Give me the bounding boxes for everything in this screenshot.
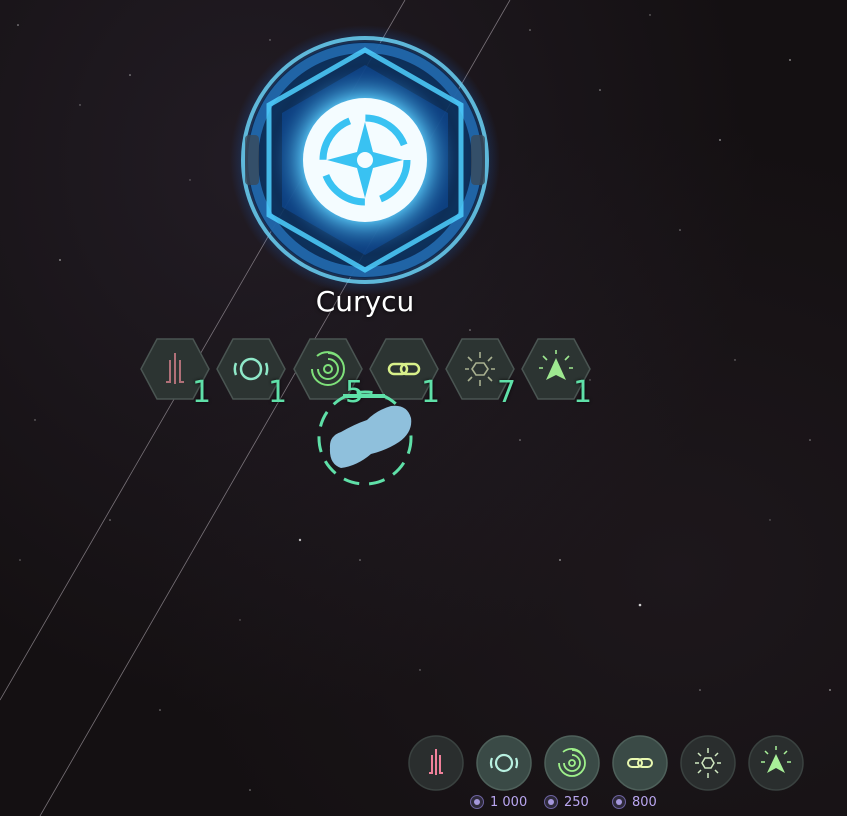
module-count: 1	[573, 375, 593, 410]
module-count: 1	[268, 375, 288, 410]
cost-value: 1 000	[490, 794, 528, 810]
fleet-marker[interactable]	[315, 388, 415, 488]
build-cost-ring: 1 000	[470, 793, 527, 811]
game-viewport[interactable]: Curycu 1 1 5 1 7 1 1 000 250 800	[0, 0, 847, 816]
build-button-rocket[interactable]	[408, 735, 464, 791]
build-button-burst[interactable]	[680, 735, 736, 791]
module-count: 7	[497, 375, 517, 410]
ship-icon	[329, 405, 412, 468]
fleet-health-bar	[343, 394, 385, 398]
module-count: 1	[421, 375, 441, 410]
module-hex-ship-burst[interactable]: 1	[521, 338, 592, 408]
credits-icon	[612, 795, 626, 809]
build-cost-link: 800	[612, 793, 657, 811]
module-count: 1	[192, 375, 212, 410]
build-button-link[interactable]	[612, 735, 668, 791]
credits-icon	[470, 795, 484, 809]
build-cost-vortex: 250	[544, 793, 589, 811]
module-hex-ring[interactable]: 1	[216, 338, 287, 408]
module-hex-burst[interactable]: 7	[445, 338, 516, 408]
build-button-ring[interactable]	[476, 735, 532, 791]
planet-name-label[interactable]: Curycu	[290, 285, 440, 318]
build-button-ship-burst[interactable]	[748, 735, 804, 791]
module-hex-rocket[interactable]: 1	[140, 338, 211, 408]
warp-gate[interactable]	[225, 25, 515, 295]
build-button-vortex[interactable]	[544, 735, 600, 791]
credits-icon	[544, 795, 558, 809]
cost-value: 800	[632, 794, 657, 810]
cost-value: 250	[564, 794, 589, 810]
